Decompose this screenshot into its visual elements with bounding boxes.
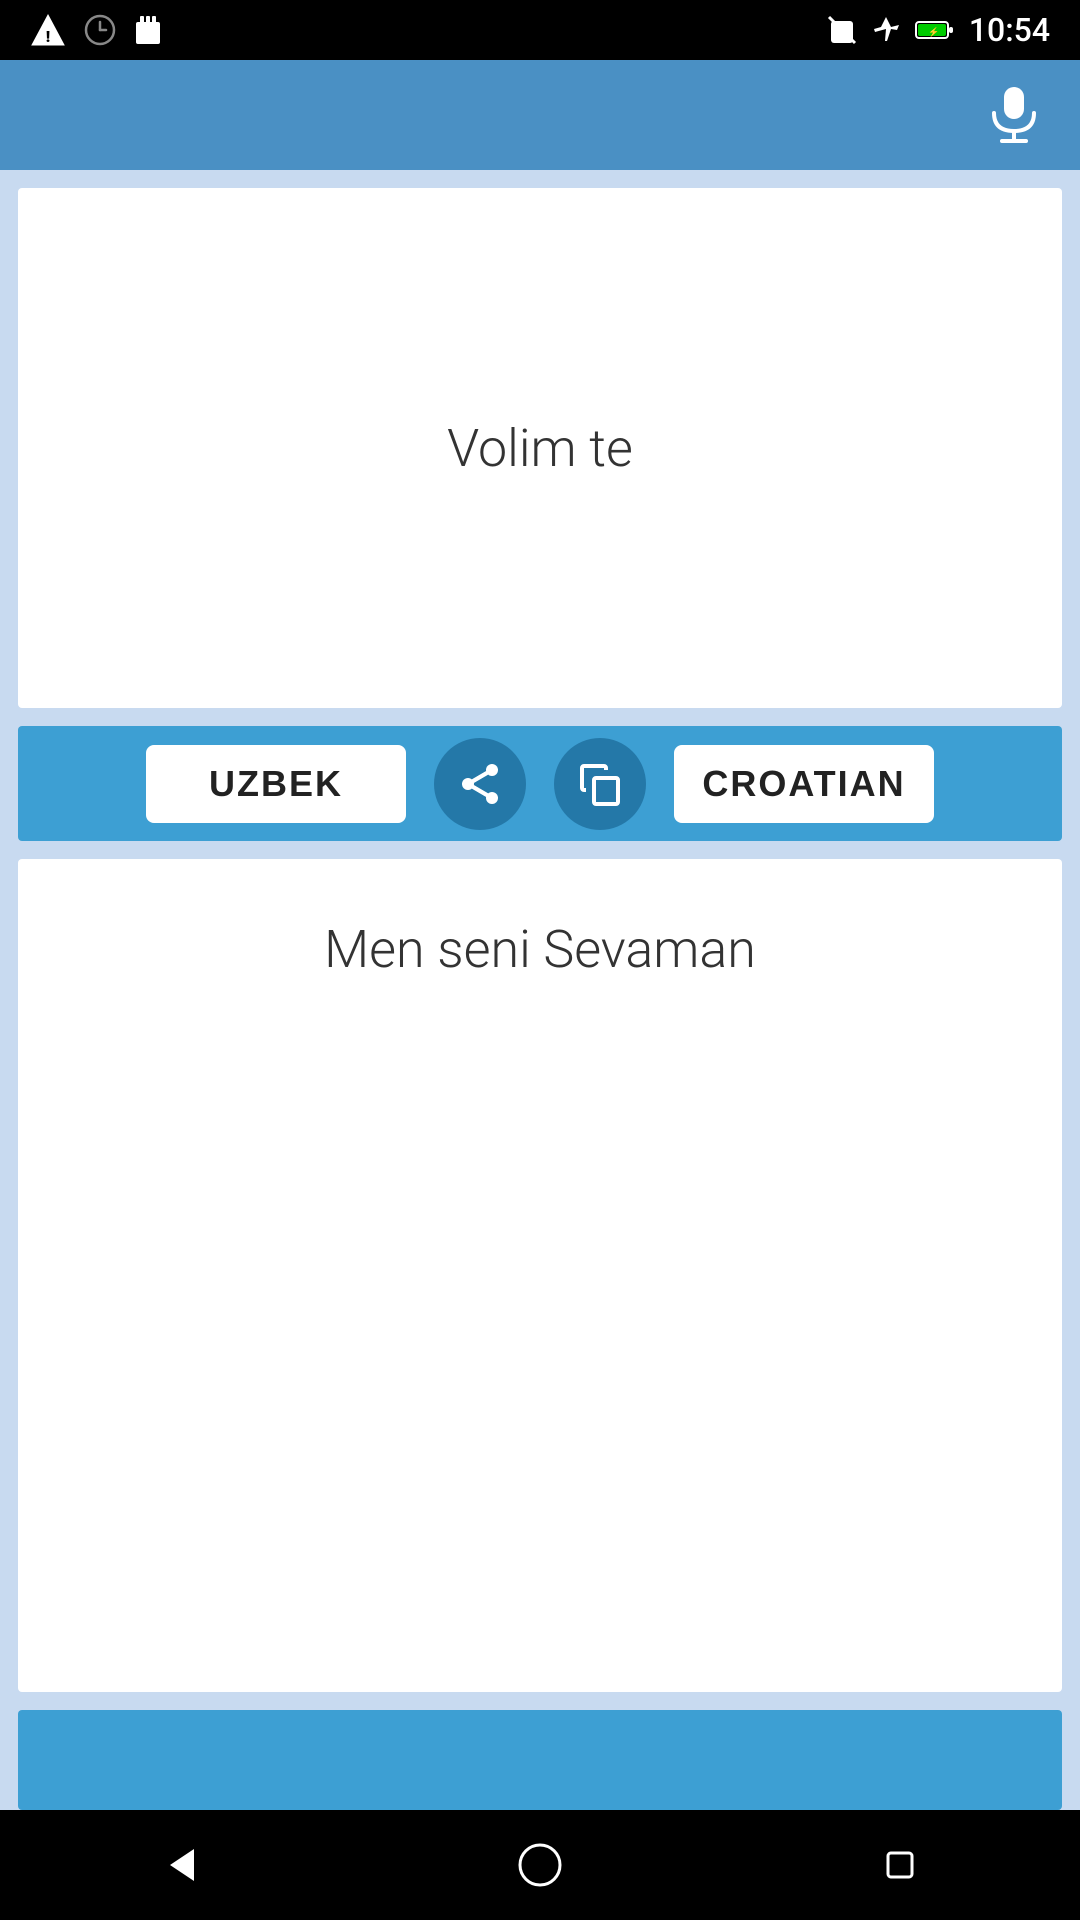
- no-sim-icon: [827, 15, 857, 45]
- status-time: 10:54: [969, 11, 1050, 49]
- status-bar-right: ⚡ 10:54: [827, 11, 1050, 49]
- bottom-accent: [18, 1710, 1062, 1810]
- target-lang-button[interactable]: CROATIAN: [674, 745, 934, 823]
- back-icon: [154, 1839, 206, 1891]
- copy-icon: [576, 760, 624, 808]
- source-text: Volim te: [447, 418, 633, 479]
- share-icon: [456, 760, 504, 808]
- translation-panel: Men seni Sevaman: [18, 859, 1062, 1692]
- app-header: [0, 60, 1080, 170]
- home-icon: [514, 1839, 566, 1891]
- recents-button[interactable]: [874, 1839, 926, 1891]
- source-panel: Volim te: [18, 188, 1062, 708]
- status-bar-left: !: [30, 12, 162, 48]
- mic-button[interactable]: [988, 85, 1040, 145]
- warning-icon: !: [30, 12, 66, 48]
- source-lang-button[interactable]: UZBEK: [146, 745, 406, 823]
- mic-icon: [988, 85, 1040, 145]
- recents-icon: [874, 1839, 926, 1891]
- battery-icon: ⚡: [915, 19, 955, 41]
- nav-bar: [0, 1810, 1080, 1920]
- svg-text:!: !: [46, 27, 50, 46]
- back-button[interactable]: [154, 1839, 206, 1891]
- svg-text:⚡: ⚡: [928, 26, 939, 38]
- home-button[interactable]: [514, 1839, 566, 1891]
- status-bar: ! ⚡ 10:54: [0, 0, 1080, 60]
- sd-card-icon: [134, 14, 162, 46]
- lang-toolbar: UZBEK CROATIAN: [18, 726, 1062, 841]
- translation-text: Men seni Sevaman: [324, 919, 756, 980]
- copy-button[interactable]: [554, 738, 646, 830]
- main-content: Volim te UZBEK CROATIAN Men seni Sevaman: [0, 170, 1080, 1810]
- clock-icon: [84, 14, 116, 46]
- share-button[interactable]: [434, 738, 526, 830]
- airplane-icon: [871, 15, 901, 45]
